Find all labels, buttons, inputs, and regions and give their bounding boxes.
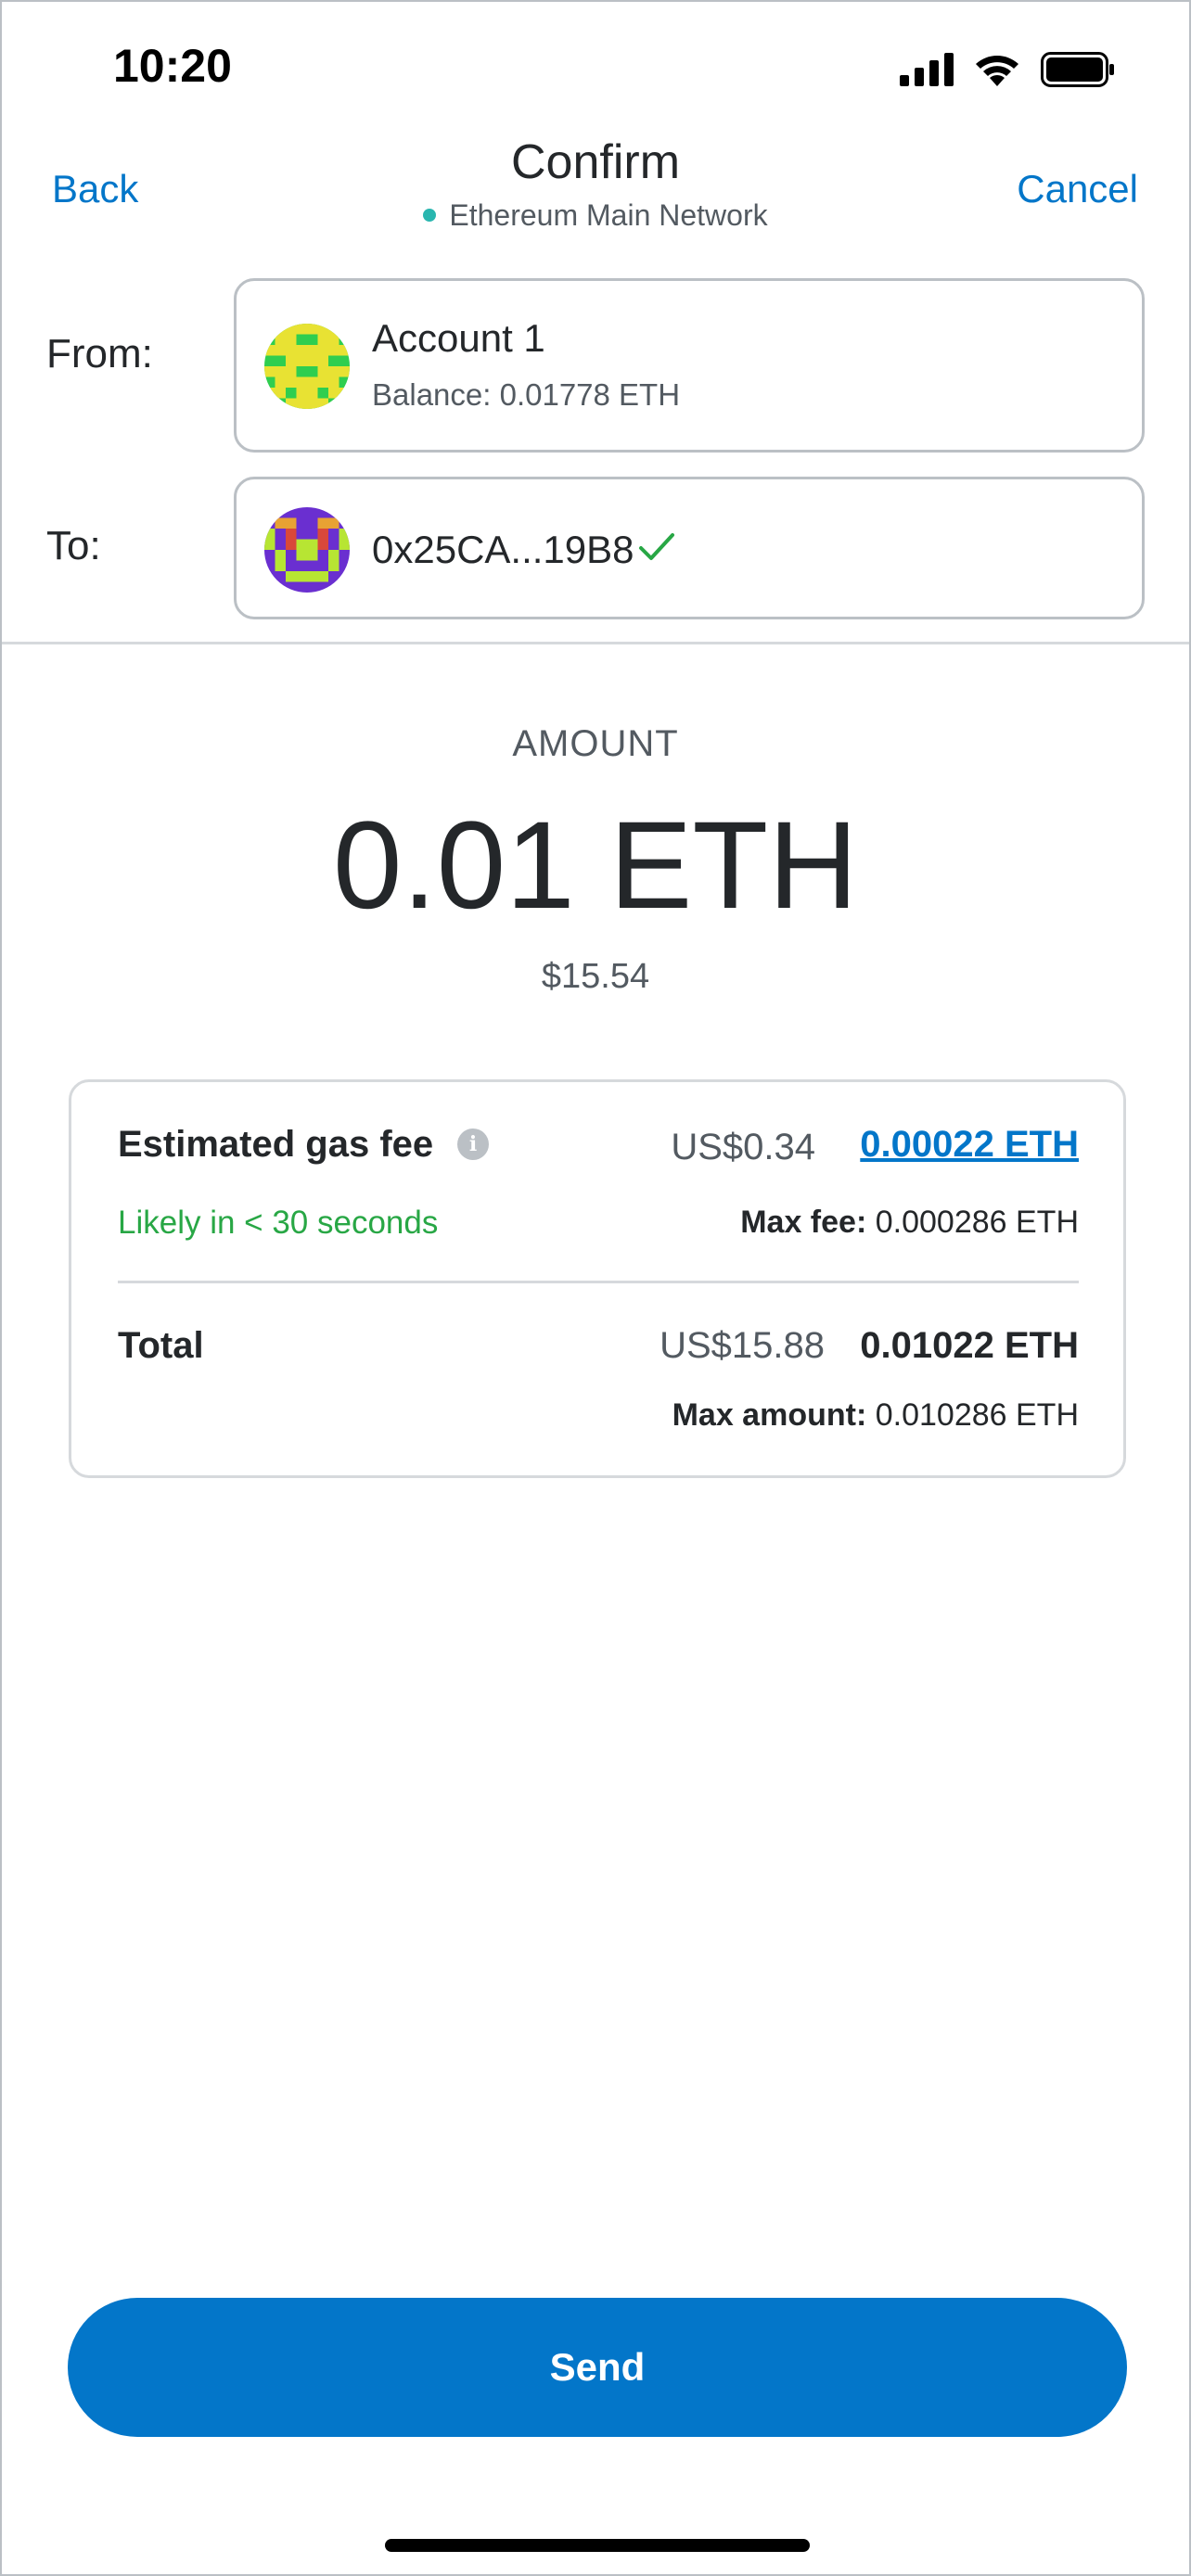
- wifi-icon: [976, 56, 1018, 86]
- from-label: From:: [46, 331, 153, 376]
- network-status-dot: [423, 208, 437, 222]
- max-amount-value: 0.010286 ETH: [875, 1397, 1079, 1433]
- home-indicator[interactable]: [385, 2539, 810, 2552]
- page-title: Confirm: [510, 135, 681, 189]
- status-time: 10:20: [113, 40, 232, 92]
- max-amount-label: Max amount:: [672, 1397, 867, 1433]
- checkmark-icon: [638, 532, 674, 560]
- gas-fee-eth-link[interactable]: 0.00022 ETH: [860, 1124, 1079, 1166]
- section-divider: [2, 642, 1189, 644]
- amount-value: 0.01 ETH: [332, 797, 859, 935]
- max-fee-label: Max fee:: [740, 1205, 867, 1240]
- status-icons: [900, 48, 1115, 91]
- to-address-card[interactable]: 0x25CA...19B8: [234, 477, 1145, 619]
- from-account-card[interactable]: Account 1 Balance: 0.01778 ETH: [234, 278, 1145, 453]
- account-name: Account 1: [372, 316, 545, 360]
- amount-label: AMOUNT: [512, 723, 679, 764]
- recipient-address: 0x25CA...19B8: [372, 528, 634, 571]
- battery-icon: [1041, 52, 1114, 87]
- total-fiat: US$15.88: [660, 1325, 825, 1366]
- total-eth: 0.01022 ETH: [860, 1325, 1079, 1366]
- gas-fee-fiat: US$0.34: [671, 1127, 815, 1167]
- total-label: Total: [118, 1325, 204, 1366]
- max-fee-value: 0.000286 ETH: [875, 1205, 1079, 1240]
- amount-fiat: $15.54: [541, 957, 650, 996]
- recipient-avatar: [264, 507, 350, 593]
- info-icon[interactable]: i: [457, 1129, 489, 1160]
- recipient-address-row: 0x25CA...19B8: [372, 528, 675, 572]
- max-fee: Max fee: 0.000286 ETH: [740, 1205, 1079, 1241]
- to-label: To:: [46, 523, 101, 568]
- card-divider: [118, 1281, 1079, 1283]
- max-amount: Max amount: 0.010286 ETH: [672, 1397, 1079, 1434]
- gas-time-estimate: Likely in < 30 seconds: [118, 1205, 439, 1241]
- network-indicator[interactable]: Ethereum Main Network: [2, 198, 1189, 233]
- gas-fee-label: Estimated gas fee: [118, 1124, 434, 1165]
- account-balance: Balance: 0.01778 ETH: [372, 377, 681, 412]
- app-screen: 10:20 Back Confirm Ethereum Main Network…: [0, 0, 1191, 2576]
- network-name: Ethereum Main Network: [449, 198, 768, 232]
- account-avatar: [264, 324, 350, 409]
- send-button[interactable]: Send: [68, 2298, 1127, 2437]
- signal-icon: [900, 53, 954, 86]
- fee-summary-card: Estimated gas fee i US$0.34 0.00022 ETH …: [69, 1079, 1126, 1478]
- cancel-button[interactable]: Cancel: [1017, 167, 1138, 211]
